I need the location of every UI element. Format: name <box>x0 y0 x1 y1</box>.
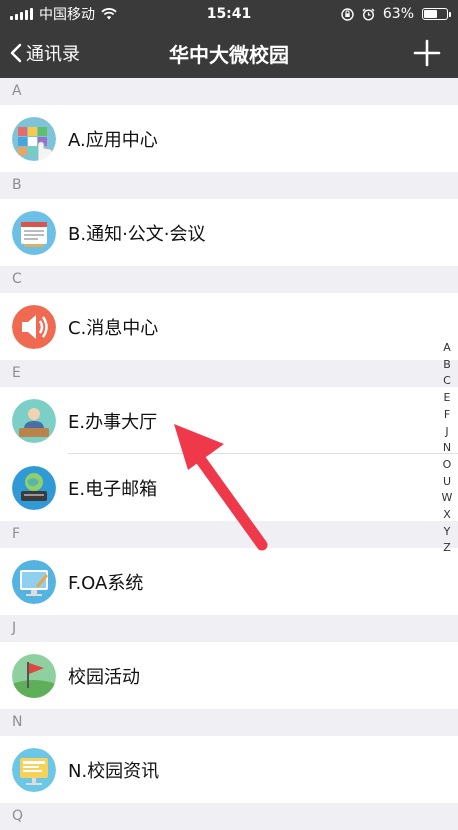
section-header-j: J <box>0 615 458 642</box>
list-item-label: B.通知·公文·会议 <box>68 223 206 245</box>
index-letter-w[interactable]: W <box>442 490 453 507</box>
battery-icon <box>422 8 451 20</box>
index-letter-a[interactable]: A <box>443 340 451 357</box>
news-icon <box>12 747 56 792</box>
rotation-lock-icon <box>341 7 354 21</box>
section-header-b: B <box>0 172 458 199</box>
add-icon[interactable] <box>412 38 442 68</box>
speaker-icon <box>12 304 56 349</box>
list-item-email[interactable]: E.电子邮箱 <box>0 454 458 521</box>
section-header-a: A <box>0 78 458 105</box>
list-item-oa-system[interactable]: F.OA系统 <box>0 548 458 615</box>
index-letter-b[interactable]: B <box>443 357 451 374</box>
list-item-message-center[interactable]: C.消息中心 <box>0 293 458 360</box>
list-item-label: E.电子邮箱 <box>68 478 158 500</box>
list-item-label: E.办事大厅 <box>68 411 158 433</box>
flag-icon <box>12 653 56 698</box>
index-letter-x[interactable]: X <box>443 507 451 524</box>
list-item-campus-activities[interactable]: 校园活动 <box>0 642 458 709</box>
oa-system-icon <box>12 559 56 604</box>
back-button[interactable]: 通讯录 <box>0 40 80 66</box>
list-item-service-hall[interactable]: E.办事大厅 <box>0 387 458 454</box>
battery-percent: 63% <box>382 6 414 22</box>
index-letter-f[interactable]: F <box>444 407 450 424</box>
section-header-c: C <box>0 266 458 293</box>
list-item-label: F.OA系统 <box>68 572 144 594</box>
index-bar[interactable]: ABCEFJNOUWXYZ <box>440 340 454 557</box>
signal-icon <box>10 8 33 20</box>
contact-list: A A.应用中心 B B.通知·公文·会议 C C.消息中心 E E.办事大厅 … <box>0 78 458 830</box>
chevron-left-icon <box>10 43 22 63</box>
list-item-label: C.消息中心 <box>68 317 159 339</box>
list-item-label: 校园活动 <box>68 666 140 688</box>
list-item-notice[interactable]: B.通知·公文·会议 <box>0 199 458 266</box>
index-letter-y[interactable]: Y <box>444 524 451 541</box>
service-hall-icon <box>12 398 56 443</box>
index-letter-u[interactable]: U <box>443 474 451 491</box>
index-letter-e[interactable]: E <box>444 390 451 407</box>
navbar: 通讯录 华中大微校园 <box>0 28 458 78</box>
list-item-label: A.应用中心 <box>68 129 158 151</box>
alarm-icon <box>362 8 375 21</box>
app-center-icon <box>12 116 56 161</box>
section-header-e: E <box>0 360 458 387</box>
section-header-n: N <box>0 709 458 736</box>
back-label: 通讯录 <box>26 44 80 65</box>
index-letter-o[interactable]: O <box>443 457 452 474</box>
email-icon <box>12 465 56 510</box>
section-header-q: Q <box>0 803 458 830</box>
wifi-icon <box>101 8 117 20</box>
list-item-app-center[interactable]: A.应用中心 <box>0 105 458 172</box>
index-letter-c[interactable]: C <box>443 373 451 390</box>
list-item-label: N.校园资讯 <box>68 760 160 782</box>
index-letter-z[interactable]: Z <box>443 540 451 557</box>
notice-icon <box>12 210 56 255</box>
status-bar: 中国移动 15:41 63% <box>0 0 458 28</box>
carrier: 中国移动 <box>39 7 95 23</box>
index-letter-j[interactable]: J <box>445 424 448 441</box>
section-header-f: F <box>0 521 458 548</box>
list-item-campus-news[interactable]: N.校园资讯 <box>0 736 458 803</box>
index-letter-n[interactable]: N <box>443 440 451 457</box>
